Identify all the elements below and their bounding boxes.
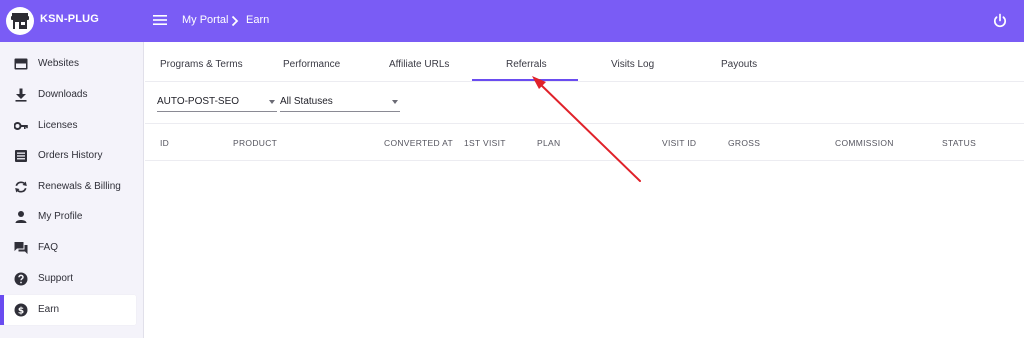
column-header-id[interactable]: ID [160, 138, 169, 148]
receipt-icon [14, 149, 28, 163]
sidebar-item-renewals-billing[interactable]: Renewals & Billing [4, 172, 136, 202]
sidebar-item-label: Licenses [38, 120, 78, 131]
tab-performance[interactable]: Performance [283, 59, 340, 70]
top-bar: KSN-PLUG My Portal Earn [0, 0, 1024, 42]
dollar-circle-icon: $ [14, 303, 28, 317]
column-header-visit-id[interactable]: VISIT ID [662, 138, 696, 148]
column-header-first-visit[interactable]: 1ST VISIT [464, 138, 506, 148]
sidebar-item-licenses[interactable]: Licenses [4, 111, 136, 141]
status-select[interactable]: All Statuses [280, 92, 400, 112]
sidebar-item-orders-history[interactable]: Orders History [4, 141, 136, 171]
tab-programs-terms[interactable]: Programs & Terms [160, 59, 243, 70]
column-header-commission[interactable]: COMMISSION [835, 138, 894, 148]
brand-name: KSN-PLUG [40, 13, 100, 25]
power-icon[interactable] [992, 13, 1008, 29]
chat-bubbles-icon [14, 241, 28, 255]
sidebar-item-label: Renewals & Billing [38, 181, 121, 192]
menu-icon[interactable] [152, 13, 170, 29]
sidebar-item-downloads[interactable]: Downloads [4, 80, 136, 110]
main-content: Programs & Terms Performance Affiliate U… [145, 42, 1024, 338]
person-icon [14, 210, 28, 224]
column-header-status[interactable]: STATUS [942, 138, 976, 148]
active-tab-indicator [472, 79, 578, 81]
sidebar-item-label: Downloads [38, 89, 88, 100]
sidebar-item-label: My Profile [38, 211, 83, 222]
sidebar: Websites Downloads Licenses Orders Histo… [0, 42, 144, 338]
tab-affiliate-urls[interactable]: Affiliate URLs [389, 59, 449, 70]
sidebar-item-faq[interactable]: FAQ [4, 233, 136, 263]
sidebar-item-label: FAQ [38, 242, 59, 253]
column-header-gross[interactable]: GROSS [728, 138, 760, 148]
sidebar-item-label: Websites [38, 58, 79, 69]
key-icon [13, 119, 28, 133]
store-logo-icon [6, 7, 34, 35]
column-header-plan[interactable]: PLAN [537, 138, 560, 148]
column-header-converted-at[interactable]: CONVERTED AT [384, 138, 453, 148]
column-header-product[interactable]: PRODUCT [233, 138, 277, 148]
sidebar-item-label: Support [38, 273, 74, 284]
sidebar-item-my-profile[interactable]: My Profile [4, 202, 136, 232]
tab-referrals[interactable]: Referrals [506, 59, 547, 70]
tab-visits-log[interactable]: Visits Log [611, 59, 654, 70]
svg-text:$: $ [18, 306, 24, 316]
chevron-right-icon [230, 14, 240, 32]
breadcrumb-my-portal[interactable]: My Portal [182, 14, 228, 26]
program-select[interactable]: AUTO-POST-SEO [157, 92, 277, 112]
refresh-icon [14, 180, 28, 194]
referrals-table-header: ID PRODUCT CONVERTED AT 1ST VISIT PLAN V… [145, 123, 1024, 161]
sidebar-item-earn[interactable]: $ Earn [0, 295, 136, 325]
status-select-value: All Statuses [280, 96, 333, 107]
sidebar-item-websites[interactable]: Websites [4, 49, 136, 79]
program-select-value: AUTO-POST-SEO [157, 96, 240, 107]
download-icon [14, 88, 28, 102]
caret-down-icon [269, 100, 275, 104]
browser-window-icon [14, 57, 28, 71]
sidebar-item-label: Orders History [38, 150, 103, 161]
breadcrumb-current-page: Earn [246, 14, 270, 26]
tab-payouts[interactable]: Payouts [721, 59, 757, 70]
caret-down-icon [392, 100, 398, 104]
help-circle-icon [14, 272, 28, 286]
sidebar-item-label: Earn [38, 304, 60, 315]
sidebar-item-support[interactable]: Support [4, 264, 136, 294]
tab-bar: Programs & Terms Performance Affiliate U… [145, 52, 1024, 82]
